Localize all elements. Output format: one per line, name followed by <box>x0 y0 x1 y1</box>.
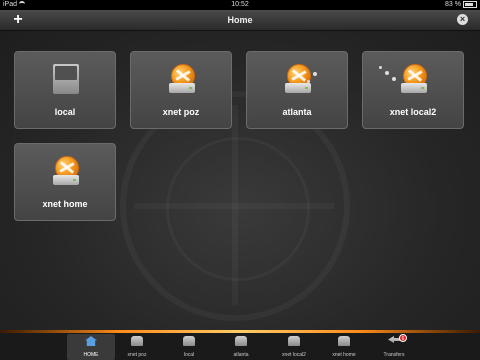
page-title: Home <box>227 15 253 25</box>
tab-bar-glow <box>0 330 480 333</box>
server-icon <box>288 336 300 346</box>
tab-xnet-local2[interactable]: xnet local2 <box>270 334 318 360</box>
drive-icon <box>285 83 311 93</box>
server-tile-local[interactable]: local <box>14 51 116 129</box>
status-bar: iPad 10:52 83 % <box>0 0 480 10</box>
home-icon <box>85 336 97 346</box>
transfers-badge: 6 <box>399 334 407 342</box>
tab-transfers[interactable]: 6 Transfers <box>370 334 418 360</box>
status-time: 10:52 <box>231 1 249 8</box>
server-icon <box>131 336 143 346</box>
server-tile-xnet-poz[interactable]: xnet poz <box>130 51 232 129</box>
tab-bar: HOME xnet poz local atlanta xnet local2 … <box>0 330 480 360</box>
server-tile-atlanta[interactable]: atlanta <box>246 51 348 129</box>
server-grid: local xnet poz atlanta xnet local2 xnet … <box>0 31 480 330</box>
close-button[interactable]: × <box>457 14 468 25</box>
server-icon <box>235 336 247 346</box>
server-label: atlanta <box>282 107 312 117</box>
server-label: xnet local2 <box>389 107 437 117</box>
status-battery: 83 % <box>445 0 477 10</box>
drive-icon <box>401 83 427 93</box>
navigation-bar: + Home × <box>0 10 480 31</box>
tab-xnet-poz[interactable]: xnet poz <box>113 334 161 360</box>
server-icon <box>338 336 350 346</box>
server-label: xnet poz <box>162 107 200 117</box>
tab-atlanta[interactable]: atlanta <box>217 334 265 360</box>
server-tile-xnet-local2[interactable]: xnet local2 <box>362 51 464 129</box>
battery-icon <box>463 0 477 8</box>
server-icon <box>183 336 195 346</box>
tab-local[interactable]: local <box>165 334 213 360</box>
tab-home[interactable]: HOME <box>67 334 115 360</box>
tab-xnet-home[interactable]: xnet home <box>320 334 368 360</box>
server-label: local <box>54 107 76 117</box>
server-label: xnet home <box>42 199 88 209</box>
drive-icon <box>169 83 195 93</box>
drive-icon <box>53 175 79 185</box>
server-tile-xnet-home[interactable]: xnet home <box>14 143 116 221</box>
